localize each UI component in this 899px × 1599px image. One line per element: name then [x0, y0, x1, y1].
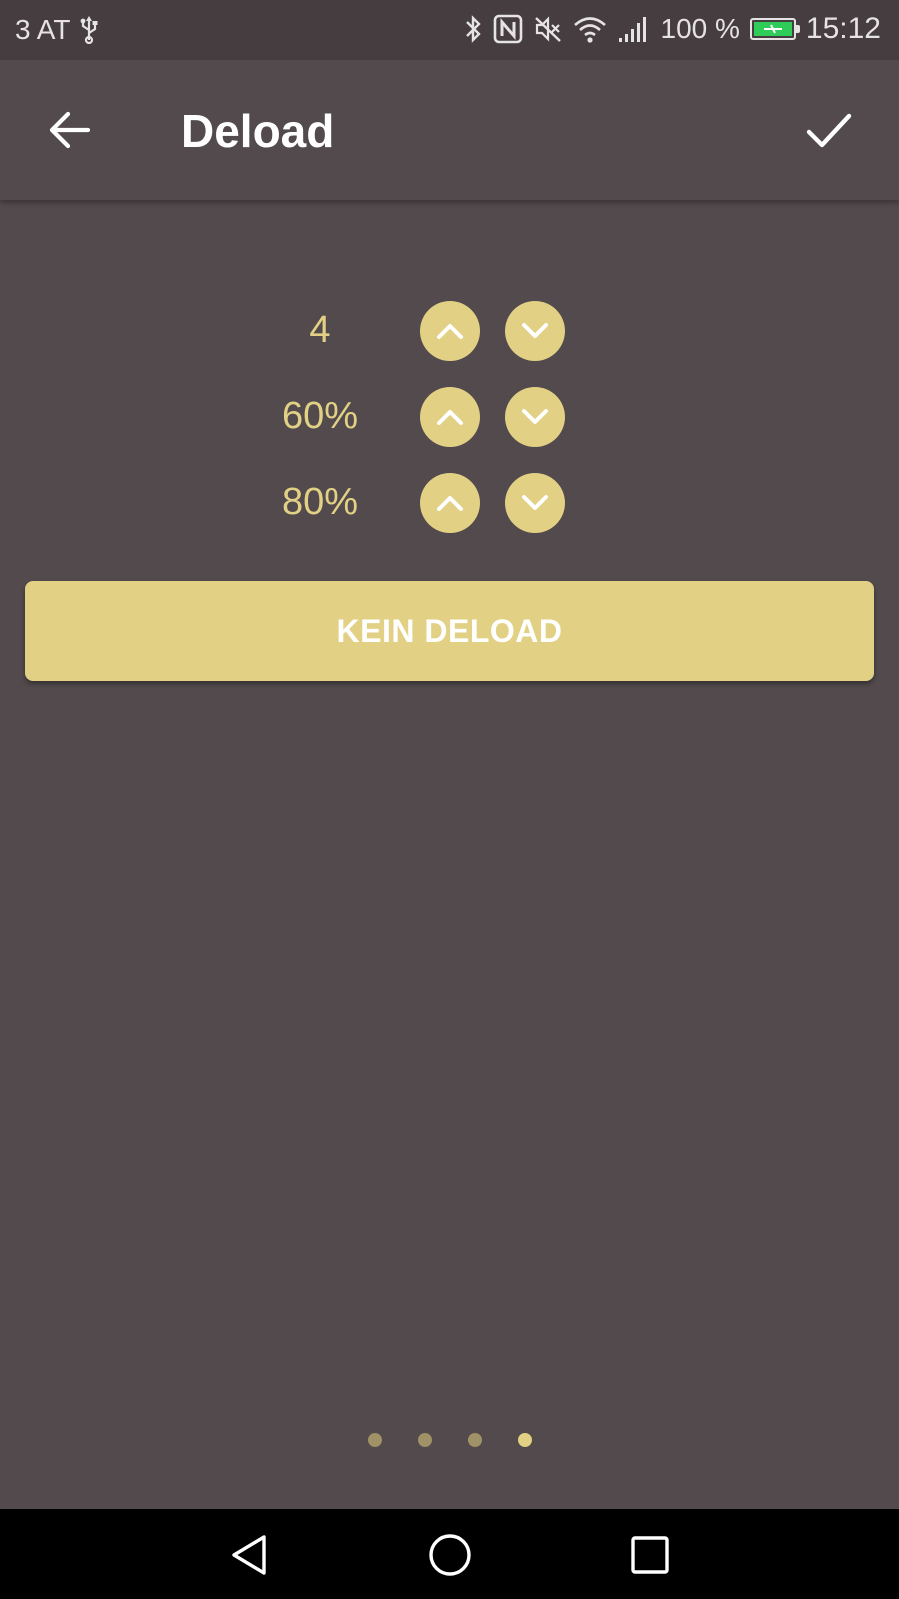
- setting-row-2: 60%: [0, 387, 899, 447]
- back-triangle-icon: [232, 1535, 266, 1575]
- back-button[interactable]: [38, 98, 102, 162]
- battery-percent: 100 %: [660, 13, 740, 44]
- increase-button[interactable]: [420, 387, 480, 447]
- nav-back-button[interactable]: [224, 1529, 276, 1581]
- nav-home-button[interactable]: [424, 1529, 476, 1581]
- setting-row-1: 4: [0, 301, 899, 361]
- chevron-down-icon: [522, 495, 548, 510]
- page-title: Deload: [181, 105, 335, 157]
- chevron-up-icon: [437, 324, 463, 339]
- decrease-button[interactable]: [505, 301, 565, 361]
- mute-icon: [533, 14, 563, 44]
- page-indicator: [0, 1430, 899, 1450]
- page-dot-4-active[interactable]: [518, 1433, 532, 1447]
- status-bar: 3 AT 100 % 15:12: [0, 0, 899, 60]
- arrow-left-icon: [49, 111, 91, 149]
- increase-button[interactable]: [420, 473, 480, 533]
- increase-button[interactable]: [420, 301, 480, 361]
- status-left: 3 AT: [15, 14, 99, 46]
- system-nav-bar: [0, 1509, 899, 1599]
- decrease-button[interactable]: [505, 387, 565, 447]
- setting-row-3: 80%: [0, 473, 899, 533]
- chevron-up-icon: [437, 496, 463, 511]
- bluetooth-icon: [463, 14, 483, 44]
- app-bar: Deload: [0, 60, 899, 200]
- home-circle-icon: [429, 1534, 471, 1576]
- chevron-up-icon: [437, 410, 463, 425]
- carrier-label: 3 AT: [15, 14, 71, 45]
- page-dot-2[interactable]: [418, 1433, 432, 1447]
- status-right: 100 % 15:12: [463, 12, 881, 46]
- wifi-icon: [573, 14, 607, 44]
- usb-icon: [79, 16, 99, 44]
- signal-icon: [617, 14, 651, 44]
- clock: 15:12: [805, 12, 881, 45]
- confirm-button[interactable]: [797, 98, 861, 162]
- nav-recents-button[interactable]: [624, 1529, 676, 1581]
- chevron-down-icon: [522, 323, 548, 338]
- setting-value: 60%: [281, 395, 359, 437]
- chevron-down-icon: [522, 409, 548, 424]
- page-dot-3[interactable]: [468, 1433, 482, 1447]
- setting-value: 4: [309, 309, 331, 351]
- decrease-button[interactable]: [505, 473, 565, 533]
- page-dot-1[interactable]: [368, 1433, 382, 1447]
- check-icon: [806, 113, 852, 148]
- setting-value: 80%: [281, 481, 359, 523]
- kein-deload-button[interactable]: KEIN DELOAD: [25, 581, 874, 681]
- screen: 3 AT 100 % 15:12 Deload 4 60% 80% KEIN D…: [0, 0, 899, 1599]
- nfc-icon: [493, 14, 523, 44]
- recents-square-icon: [631, 1536, 669, 1574]
- battery-charging-icon: [749, 18, 800, 40]
